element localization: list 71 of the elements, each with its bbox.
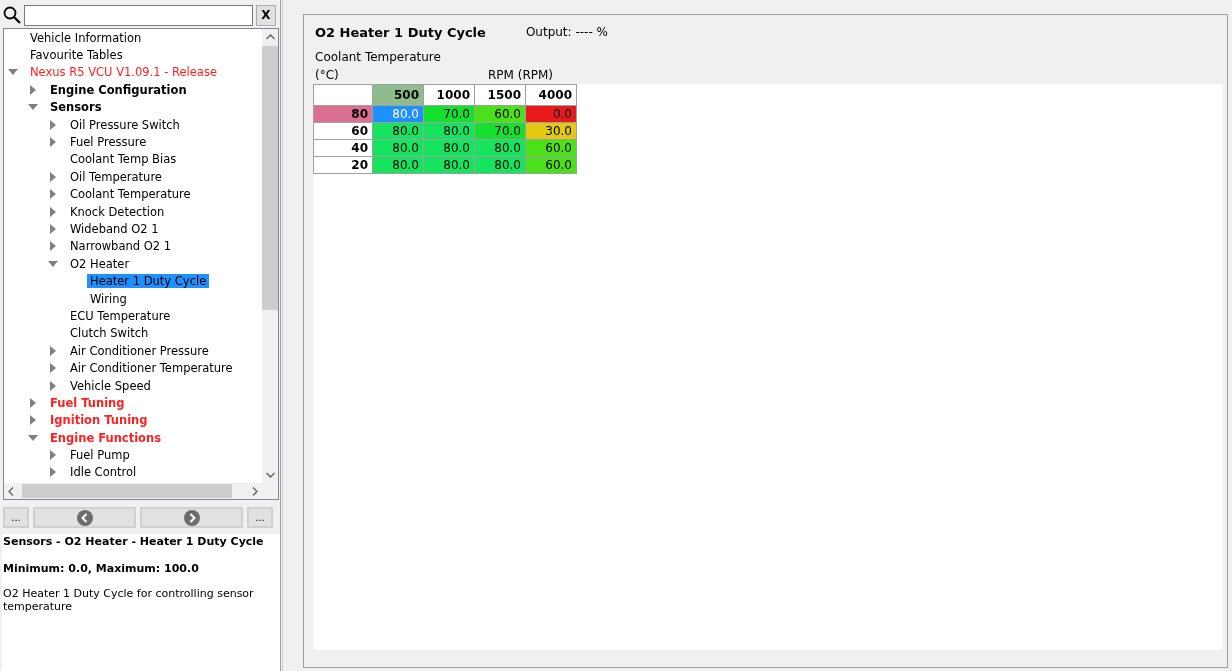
table-title: O2 Heater 1 Duty Cycle [315,24,486,40]
clear-search-button[interactable]: X [256,4,276,26]
tree-item[interactable]: Oil Temperature [67,169,165,184]
tree-item[interactable]: Wiring [87,291,130,306]
tree-item[interactable]: Vehicle Speed [67,378,154,393]
scroll-up-icon[interactable] [265,34,275,40]
tree-item[interactable]: Air Conditioner Temperature [67,361,236,376]
collapsed-triangle-icon[interactable] [48,206,58,217]
tree-item[interactable]: Knock Detection [67,204,168,219]
search-icon [3,6,21,24]
output-reading: Output: ---- % [525,25,608,39]
back-button[interactable] [33,507,136,528]
collapsed-triangle-icon[interactable] [48,171,58,182]
column-header[interactable]: 1500 [474,84,526,106]
tree-item[interactable]: O2 Heater [67,256,133,271]
expanded-triangle-icon[interactable] [28,432,38,443]
tree-item[interactable]: Engine Configuration [47,82,190,97]
scroll-left-icon[interactable] [8,486,14,496]
tree-item[interactable]: Vehicle Information [27,30,145,45]
collapsed-triangle-icon[interactable] [48,119,58,130]
forward-icon [183,509,200,526]
collapsed-triangle-icon[interactable] [48,137,58,148]
more-button[interactable]: ... [247,507,273,528]
tree-item[interactable]: Fuel Pump [67,448,133,463]
tree-item[interactable]: Oil Pressure Switch [67,117,183,132]
tree-item[interactable]: Coolant Temp Bias [67,152,180,167]
collapsed-triangle-icon[interactable] [48,450,58,461]
search-field[interactable] [24,4,253,26]
tree-item[interactable]: Engine Functions [47,430,165,445]
x-axis-name: RPM (RPM) [488,68,554,82]
y-axis-unit: (°C) [315,68,339,82]
more-button[interactable]: ... [3,507,29,528]
forward-button[interactable] [140,507,243,528]
info-description: O2 Heater 1 Duty Cycle for controlling sensor temperature [3,587,255,613]
collapsed-triangle-icon[interactable] [48,380,58,391]
tree-item[interactable]: Sensors [47,100,105,115]
collapsed-triangle-icon[interactable] [48,345,58,356]
tree-item[interactable]: Ignition Tuning [47,413,151,428]
collapsed-triangle-icon[interactable] [48,224,58,234]
collapsed-triangle-icon[interactable] [28,84,38,95]
tree-item[interactable]: Narrowband O2 1 [67,239,175,254]
tree-item[interactable]: Idle Control [67,465,140,480]
tree-item[interactable]: Fuel Pressure [67,135,150,150]
tree-item[interactable]: Wideband O2 1 [67,222,162,236]
info-path: Sensors - O2 Heater - Heater 1 Duty Cycle [3,535,265,548]
collapsed-triangle-icon[interactable] [48,189,58,200]
horizontal-scrollbar-thumb[interactable] [22,484,232,498]
collapsed-triangle-icon[interactable] [48,467,58,478]
expanded-triangle-icon[interactable] [48,258,58,269]
tree-item[interactable]: Coolant Temperature [67,187,194,202]
back-icon [76,509,93,526]
column-header[interactable]: 500 [372,84,424,106]
tree-item[interactable]: Heater 1 Duty Cycle [87,274,210,289]
tree-item[interactable]: Clutch Switch [67,326,152,341]
collapsed-triangle-icon[interactable] [28,397,38,408]
tree-item[interactable]: Nexus R5 VCU V1.09.1 - Release [27,65,220,80]
tree-item[interactable]: Favourite Tables [27,48,126,63]
scroll-down-icon[interactable] [265,472,275,478]
info-range: Minimum: 0.0, Maximum: 100.0 [3,562,200,575]
column-header[interactable]: 4000 [525,84,577,106]
scrollbar-thumb[interactable] [262,46,278,310]
collapsed-triangle-icon[interactable] [48,363,58,374]
column-header[interactable]: 1000 [423,84,475,106]
tree-item[interactable]: ECU Temperature [67,308,174,323]
corner-cell [313,84,373,106]
y-axis-name: Coolant Temperature [315,49,442,66]
scroll-right-icon[interactable] [252,486,258,496]
tree-item[interactable]: Fuel Tuning [47,395,128,410]
collapsed-triangle-icon[interactable] [28,415,38,426]
tree-item[interactable]: Air Conditioner Pressure [67,343,212,358]
collapsed-triangle-icon[interactable] [48,241,58,252]
